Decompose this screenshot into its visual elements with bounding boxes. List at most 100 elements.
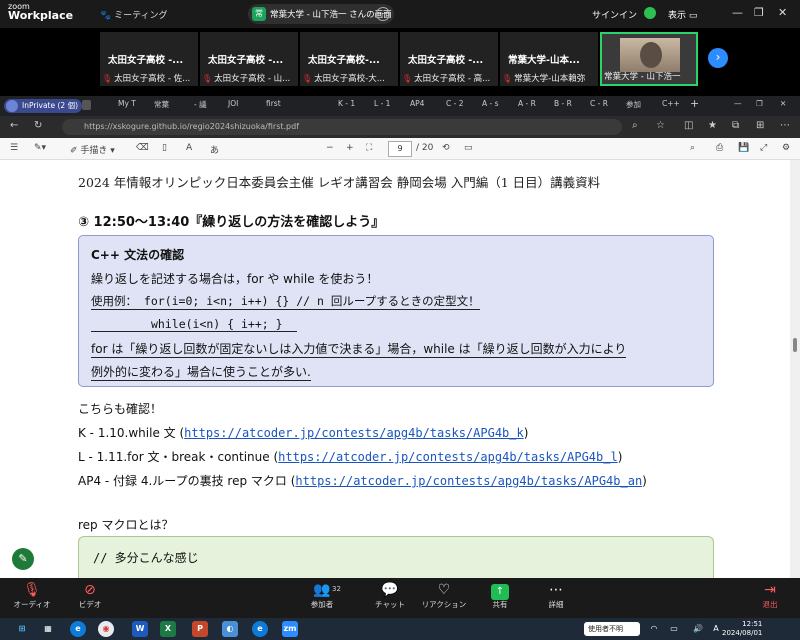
maximize-icon[interactable]: ❐ xyxy=(754,6,764,19)
participants-icon: 👥 xyxy=(313,582,331,598)
edge-icon[interactable]: e xyxy=(70,621,86,637)
favorite-icon[interactable]: ☆ xyxy=(656,120,665,131)
clock[interactable]: 12:51 2024/08/01 xyxy=(722,620,762,638)
task-view-icon[interactable]: ▦ xyxy=(40,621,56,637)
screen-share-indicator[interactable]: 常 常葉大学 - 山下浩一 さんの画面 ⋯ xyxy=(248,4,394,24)
exit-button[interactable]: ⇥ 退出 xyxy=(740,581,800,610)
app-icon[interactable]: ◐ xyxy=(222,621,238,637)
two-page-icon[interactable]: ▭ xyxy=(464,143,473,153)
participant-label: 太田女子高校 - 佐... xyxy=(114,74,191,84)
participant-tile[interactable]: 太田女子高校-... 🎙 太田女子高校-大... xyxy=(300,32,398,86)
user-badge[interactable]: 使用者不明 xyxy=(584,622,640,636)
participant-tile[interactable]: 常葉大学-山本... 🎙 常葉大学-山本賴弥 xyxy=(500,32,598,86)
zoom-app-icon[interactable]: zm xyxy=(282,621,298,637)
collections-icon[interactable]: ⧉ xyxy=(732,120,739,131)
browser-tab[interactable]: C - 2 xyxy=(446,99,463,113)
participant-label: 常葉大学-山本賴弥 xyxy=(514,74,586,84)
mic-muted-icon: 🎙 xyxy=(102,74,113,83)
translate-button[interactable]: あ xyxy=(210,143,219,156)
contents-icon[interactable]: ☰ xyxy=(10,143,18,153)
split-screen-icon[interactable]: ◫ xyxy=(684,120,693,131)
browser-tab[interactable]: L - 1 xyxy=(374,99,390,113)
video-button[interactable]: ⊘ ビデオ xyxy=(60,581,120,610)
browser-tab[interactable]: JOI xyxy=(228,99,238,113)
chrome-icon[interactable]: ◉ xyxy=(98,621,114,637)
fullscreen-icon[interactable]: ⤢ xyxy=(760,143,767,153)
browser-tab[interactable]: K - 1 xyxy=(338,99,355,113)
browser-tab[interactable]: My T xyxy=(118,99,136,113)
word-icon[interactable]: W xyxy=(132,621,148,637)
fit-page-icon[interactable]: ⛶ xyxy=(366,143,372,153)
excel-icon[interactable]: X xyxy=(160,621,176,637)
audio-button[interactable]: 🎙 オーディオ xyxy=(2,581,62,610)
volume-icon[interactable]: 🔊 xyxy=(690,621,706,637)
browser-tab[interactable]: AP4 xyxy=(410,99,424,113)
print-icon[interactable]: ⎙ xyxy=(716,143,723,153)
close-icon[interactable]: ✕ xyxy=(780,99,786,113)
more-options-icon[interactable]: ⋯ xyxy=(376,7,390,21)
favorites-icon[interactable]: ★ xyxy=(708,120,717,131)
minimize-icon[interactable]: — xyxy=(732,6,743,19)
mic-muted-icon: 🎙 xyxy=(202,74,213,83)
next-page-button[interactable]: › xyxy=(708,48,728,68)
close-paren: ) xyxy=(617,450,623,464)
participant-tile[interactable]: 太田女子高校 -... 🎙 太田女子高校 - 山... xyxy=(200,32,298,86)
battery-icon[interactable]: ▭ xyxy=(666,621,682,637)
participant-tile[interactable]: 太田女子高校 -... 🎙 太田女子高校 - 高... xyxy=(400,32,498,86)
back-icon[interactable]: ← xyxy=(10,120,18,131)
eraser-icon[interactable]: ⌫ xyxy=(136,143,149,153)
link-ap4[interactable]: https://atcoder.jp/contests/apg4b/tasks/… xyxy=(295,474,642,488)
extensions-icon[interactable]: ⊞ xyxy=(756,120,764,131)
zoom-icon[interactable]: ⌕ xyxy=(632,120,638,131)
browser-tab[interactable]: A - s xyxy=(482,99,499,113)
signin-button[interactable]: サインイン xyxy=(592,8,637,21)
browser-tab[interactable]: - 議 xyxy=(194,99,207,113)
share-title: 常葉大学 - 山下浩一 さんの画面 xyxy=(270,10,392,20)
browser-tab[interactable]: B - R xyxy=(554,99,572,113)
refresh-icon[interactable]: ↻ xyxy=(34,120,42,131)
browser-tab[interactable]: 常葉 xyxy=(154,99,169,113)
inprivate-button[interactable]: InPrivate (2 個) xyxy=(4,99,83,113)
participant-name: 太田女子高校 -... xyxy=(408,55,484,66)
link-k[interactable]: https://atcoder.jp/contests/apg4b/tasks/… xyxy=(184,426,524,440)
maximize-icon[interactable]: ❐ xyxy=(756,99,763,113)
meeting-menu[interactable]: 🐾 ミーティング xyxy=(100,8,168,21)
participant-tile-active-speaker[interactable]: 常葉大学 - 山下浩一 xyxy=(600,32,698,86)
view-icon[interactable]: ▯ xyxy=(162,143,167,153)
browser-tab[interactable]: C - R xyxy=(590,99,608,113)
link-l[interactable]: https://atcoder.jp/contests/apg4b/tasks/… xyxy=(278,450,618,464)
powerpoint-icon[interactable]: P xyxy=(192,621,208,637)
browser-tab-active[interactable]: first xyxy=(266,99,281,113)
edge-icon[interactable]: e xyxy=(252,621,268,637)
view-menu[interactable]: 表示 ▭ xyxy=(668,8,697,21)
close-icon[interactable]: ✕ xyxy=(778,6,787,19)
url-field[interactable]: https://xskogure.github.io/regio2024shiz… xyxy=(62,119,622,135)
zoom-in-icon[interactable]: + xyxy=(346,143,354,153)
browser-tab[interactable]: C++ xyxy=(662,99,680,113)
read-aloud-icon[interactable]: A xyxy=(186,143,192,153)
settings-icon[interactable]: ⚙ xyxy=(782,143,790,153)
participants-button[interactable]: 👥 32 参加者 xyxy=(292,581,352,610)
reactions-button[interactable]: ♡ リアクション xyxy=(414,581,474,610)
search-icon[interactable]: ⌕ xyxy=(690,143,695,153)
pen-icon[interactable]: ✎ xyxy=(12,548,34,570)
browser-tab[interactable]: 参加 xyxy=(626,99,641,113)
minimize-icon[interactable]: — xyxy=(734,99,742,113)
zoom-out-icon[interactable]: − xyxy=(326,143,334,153)
menu-icon[interactable]: ⋯ xyxy=(780,120,790,131)
wifi-icon[interactable]: ◠ xyxy=(646,621,662,637)
browser-tab[interactable]: A - R xyxy=(518,99,536,113)
participant-tile[interactable]: 太田女子高校 -... 🎙 太田女子高校 - 佐... xyxy=(100,32,198,86)
scrollbar-thumb[interactable] xyxy=(793,338,797,352)
chat-button[interactable]: 💬 チャット xyxy=(360,581,420,610)
save-icon[interactable]: 💾 xyxy=(738,143,749,153)
page-number-input[interactable]: 9 xyxy=(388,141,412,157)
draw-button[interactable]: ✐ 手描き ▾ xyxy=(70,143,115,156)
start-icon[interactable]: ⊞ xyxy=(14,621,30,637)
scrollbar[interactable] xyxy=(790,160,800,578)
rotate-icon[interactable]: ⟲ xyxy=(442,143,450,153)
highlight-icon[interactable]: ✎▾ xyxy=(34,143,46,153)
new-tab-button[interactable]: + xyxy=(690,97,699,111)
share-button[interactable]: ↑ 共有 xyxy=(470,581,530,610)
more-button[interactable]: ⋯ 詳細 xyxy=(526,581,586,610)
